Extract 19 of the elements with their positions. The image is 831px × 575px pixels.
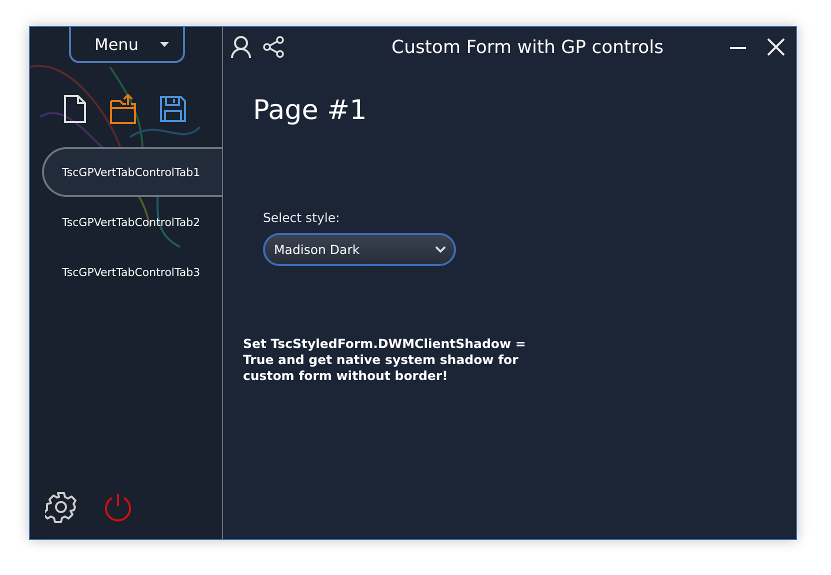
menu-button[interactable]: Menu: [69, 27, 185, 63]
vertical-tab[interactable]: TscGPVertTabControlTab2: [42, 197, 222, 247]
window-title: Custom Form with GP controls: [390, 36, 664, 58]
settings-icon[interactable]: [45, 491, 77, 523]
save-icon[interactable]: [159, 95, 187, 123]
vertical-tab[interactable]: TscGPVertTabControlTab3: [42, 247, 222, 297]
share-icon[interactable]: [263, 36, 285, 58]
style-label: Select style:: [263, 210, 341, 225]
style-dropdown[interactable]: Madison Dark: [263, 233, 456, 266]
info-text: Set TscStyledForm.DWMClientShadow = True and get native system shadow for custom form without border!: [243, 336, 527, 384]
vertical-tab[interactable]: TscGPVertTabControlTab1: [42, 147, 222, 197]
page-heading: Page #1: [253, 95, 368, 126]
folder-upload-icon[interactable]: [109, 93, 137, 125]
new-file-icon[interactable]: [63, 94, 87, 124]
close-icon[interactable]: [766, 37, 786, 57]
caret-icon: [160, 42, 170, 46]
power-icon[interactable]: [103, 492, 133, 522]
user-icon[interactable]: [231, 36, 251, 58]
chevron-icon: [435, 246, 446, 253]
